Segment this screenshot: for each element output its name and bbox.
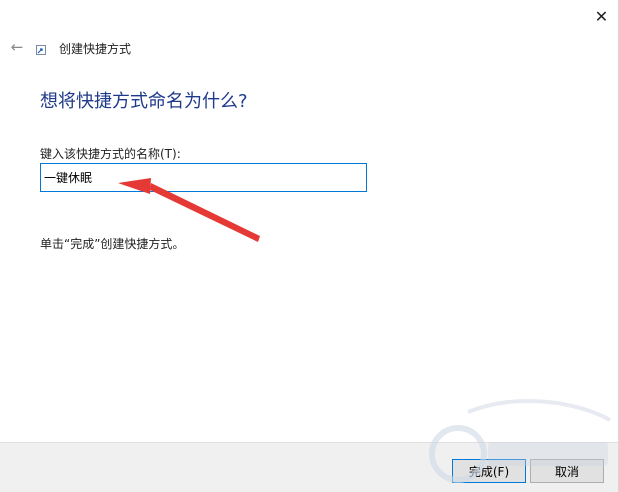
close-icon: ✕: [594, 6, 609, 26]
finish-button[interactable]: 完成(F): [452, 459, 526, 483]
cancel-button[interactable]: 取消: [530, 459, 604, 483]
shortcut-wizard-window: ✕ ← 创建快捷方式 想将快捷方式命名为什么? 键入该快捷方式的名称(T): 单…: [0, 0, 619, 492]
wizard-title: 创建快捷方式: [59, 42, 132, 56]
shortcut-name-input[interactable]: [40, 163, 367, 192]
finish-hint: 单击“完成”创建快捷方式。: [40, 237, 185, 251]
shortcut-icon: [36, 45, 46, 55]
back-arrow-icon: ←: [10, 38, 24, 56]
name-field-label: 键入该快捷方式的名称(T):: [40, 147, 181, 161]
back-button[interactable]: ←: [6, 36, 28, 58]
wizard-footer: 完成(F) 取消: [0, 442, 618, 492]
page-heading: 想将快捷方式命名为什么?: [40, 91, 248, 112]
close-button[interactable]: ✕: [584, 0, 619, 32]
